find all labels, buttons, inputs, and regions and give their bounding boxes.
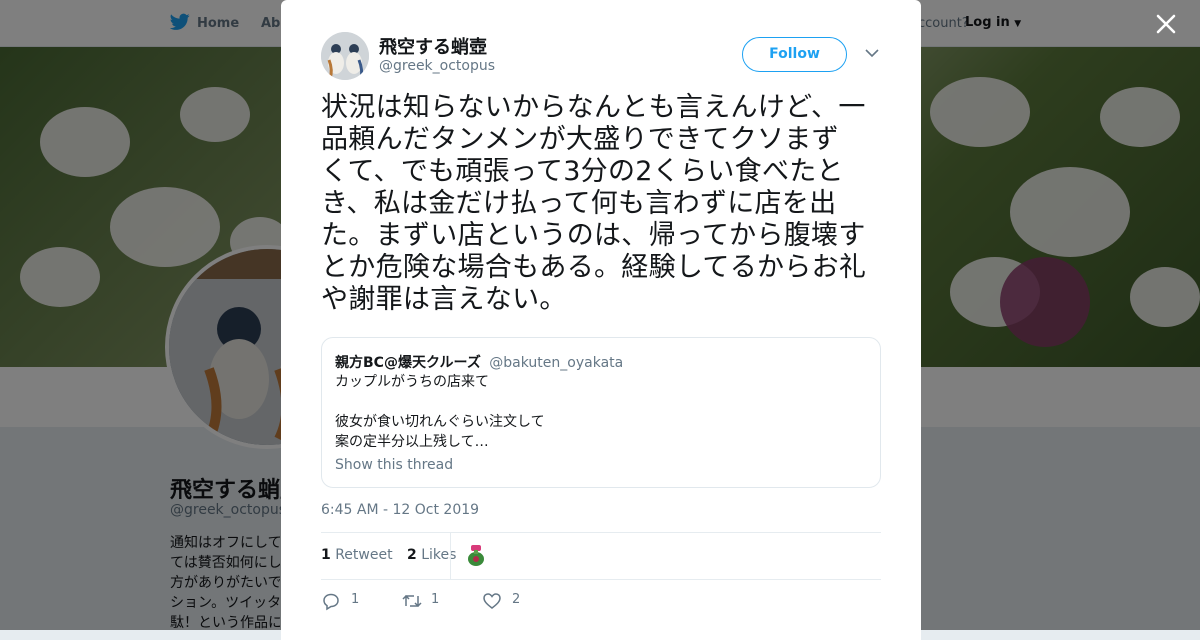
quoted-text-line bbox=[335, 392, 545, 412]
tweet-timestamp[interactable]: 6:45 AM - 12 Oct 2019 bbox=[321, 502, 479, 518]
like-count: 2 bbox=[512, 592, 521, 607]
tweet-text-line: とか危険な場合もある。経験してるからお礼 bbox=[321, 252, 867, 283]
quoted-tweet-text: カップルがうちの店来て 彼女が食い切れんぐらい注文して 案の定半分以上残して… bbox=[335, 372, 545, 452]
divider bbox=[321, 579, 881, 580]
heart-icon bbox=[483, 593, 501, 609]
tweet-text-line: き、私は金だけ払って何も言わずに店を出 bbox=[321, 188, 837, 219]
quoted-text-line: 案の定半分以上残して… bbox=[335, 434, 489, 450]
retweet-count: 1 bbox=[431, 592, 440, 607]
quoted-text-line: カップルがうちの店来て bbox=[335, 374, 489, 390]
retweet-icon bbox=[402, 594, 422, 608]
liker-avatar-icon[interactable] bbox=[464, 543, 488, 567]
show-thread-link[interactable]: Show this thread bbox=[335, 457, 453, 473]
retweet-stat[interactable]: 1 Retweet bbox=[321, 547, 393, 563]
author-handle[interactable]: @greek_octopus bbox=[379, 58, 495, 74]
quoted-tweet-header: 親方BC@爆天クルーズ @bakuten_oyakata bbox=[335, 352, 623, 372]
likes-stat-label: Likes bbox=[421, 547, 457, 563]
tweet-stats: 1 Retweet 2 Likes bbox=[321, 547, 456, 563]
author-name[interactable]: 飛空する蛸壺 bbox=[379, 33, 487, 59]
greek-fresco-avatar-image bbox=[321, 32, 369, 80]
quoted-author-handle: @bakuten_oyakata bbox=[489, 355, 624, 371]
reply-count: 1 bbox=[351, 592, 360, 607]
tweet-text-line: や謝罪は言えない。 bbox=[321, 284, 567, 315]
tweet-text-line: くて、でも頑張って3分の2くらい食べたと bbox=[321, 156, 844, 187]
quoted-text-line: 彼女が食い切れんぐらい注文して bbox=[335, 414, 545, 430]
chevron-down-icon[interactable] bbox=[865, 48, 879, 58]
quoted-author-name: 親方BC@爆天クルーズ bbox=[335, 355, 481, 371]
tweet-modal: 飛空する蛸壺 @greek_octopus Follow 状況は知らないからなん… bbox=[281, 0, 921, 640]
retweet-stat-count: 1 bbox=[321, 547, 331, 563]
retweet-stat-label: Retweet bbox=[335, 547, 393, 563]
quoted-tweet-card[interactable]: 親方BC@爆天クルーズ @bakuten_oyakata カップルがうちの店来て… bbox=[321, 337, 881, 488]
divider bbox=[321, 532, 881, 533]
reply-icon bbox=[323, 593, 339, 611]
likes-stat-count: 2 bbox=[407, 547, 417, 563]
tweet-text-line: 品頼んだタンメンが大盛りできてクソまず bbox=[321, 124, 839, 155]
close-icon[interactable] bbox=[1152, 10, 1180, 38]
follow-button[interactable]: Follow bbox=[742, 37, 847, 72]
tweet-text: 状況は知らないからなんとも言えんけど、一 品頼んだタンメンが大盛りできてクソまず… bbox=[321, 92, 883, 316]
author-avatar[interactable] bbox=[321, 32, 369, 80]
tweet-text-line: 状況は知らないからなんとも言えんけど、一 bbox=[321, 92, 866, 123]
tweet-text-line: た。まずい店というのは、帰ってから腹壊す bbox=[321, 220, 866, 251]
stats-separator bbox=[450, 532, 451, 579]
